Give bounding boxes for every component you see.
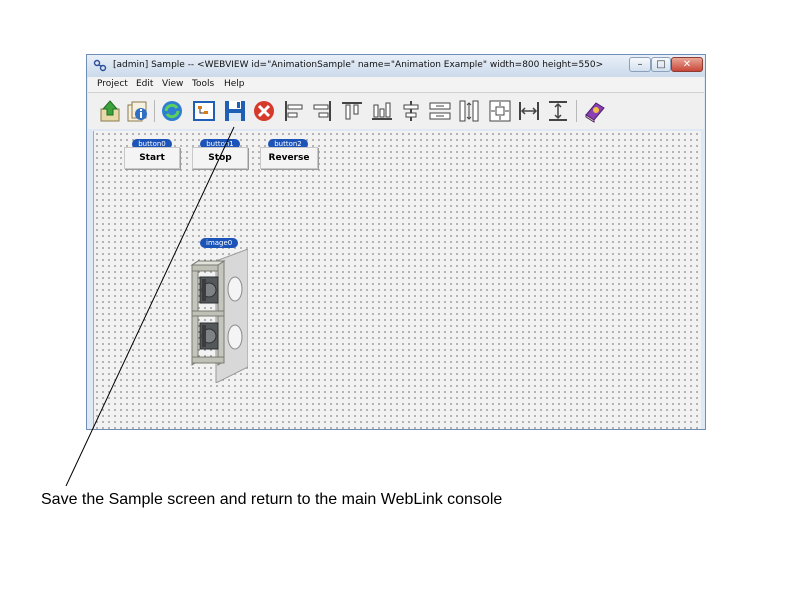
annotation-caption: Save the Sample screen and return to the… [41,491,503,508]
annotation-arrow [65,126,235,487]
